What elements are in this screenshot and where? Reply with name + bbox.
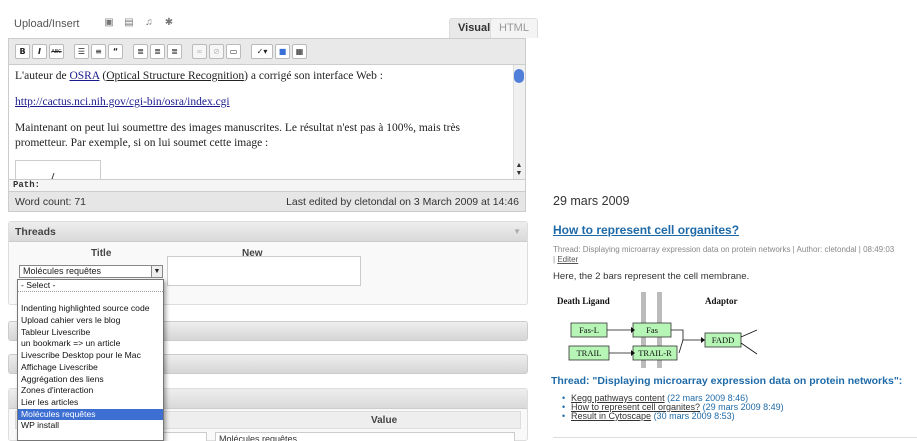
molecule-image[interactable] — [15, 160, 101, 179]
fullscreen-icon[interactable]: ■ — [275, 44, 290, 59]
dropdown-option[interactable]: Livescribe Desktop pour le Mac — [18, 350, 163, 362]
dropdown-option[interactable]: un bookmark => un article — [18, 338, 163, 350]
align-left-icon[interactable]: ≣ — [133, 44, 148, 59]
svg-text:TRAIL-R: TRAIL-R — [638, 348, 672, 358]
dropdown-option[interactable] — [18, 292, 163, 304]
threads-heading: Threads — [15, 226, 56, 238]
last-edited: Last edited by cletondal on 3 March 2009… — [286, 196, 519, 208]
pathway-figure: Death Ligand Adaptor Fas-L Fas FADD TRAI… — [553, 290, 759, 368]
formatting-toolbar: B I ABC ☰ ≡ “ ≣ ≣ ≣ ∞ ⊘ ▭ ✓▾ ■ ▦ — [8, 38, 526, 64]
molecule-sketch — [51, 172, 55, 179]
image-icon[interactable]: ▣ — [103, 17, 115, 28]
collapse-toggle-icon[interactable]: ▼ — [513, 227, 521, 236]
scrollbar-thumb[interactable] — [514, 69, 524, 83]
dropdown-option[interactable]: Indenting highlighted source code — [18, 303, 163, 315]
italic-button[interactable]: I — [32, 44, 47, 59]
edit-link[interactable]: Editer — [557, 255, 578, 264]
osra-link[interactable]: OSRA — [69, 70, 99, 82]
svg-text:TRAIL: TRAIL — [576, 348, 601, 358]
media-buttons: ▣ ▤ ♫ ✱ — [103, 17, 175, 28]
chevron-down-icon[interactable]: ▼ — [151, 266, 162, 277]
paragraph-handwritten: Maintenant on peut lui soumettre des ima… — [15, 122, 461, 149]
video-icon[interactable]: ▤ — [123, 17, 135, 28]
tab-html[interactable]: HTML — [490, 18, 538, 38]
word-count: Word count: 71 — [15, 196, 87, 208]
dropdown-option[interactable]: Molécules requêtes — [18, 408, 163, 421]
dropdown-option[interactable]: Zones d'interaction — [18, 385, 163, 397]
status-bar: Word count: 71 Last edited by cletondal … — [8, 192, 526, 212]
title-column-header: Title — [91, 248, 112, 259]
thread-select-dropdown[interactable]: - Select - Indenting highlighted source c… — [17, 279, 164, 441]
dropdown-option[interactable]: Upload cahier vers le blog — [18, 315, 163, 327]
osra-full-name: Optical Structure Recognition — [106, 70, 245, 82]
audio-icon[interactable]: ♫ — [143, 17, 155, 28]
divider — [553, 437, 917, 438]
dropdown-option[interactable]: Aggrégation des liens — [18, 374, 163, 386]
dropdown-option[interactable]: - Select - — [18, 280, 163, 292]
more-tag-icon[interactable]: ▭ — [226, 44, 241, 59]
scroll-arrows-icon[interactable]: ▲ ▼ — [514, 161, 524, 177]
osra-url-link[interactable]: http://cactus.nci.nih.gov/cgi-bin/osra/i… — [15, 96, 230, 108]
unlink-icon[interactable]: ⊘ — [209, 44, 224, 59]
paragraph-osra: L'auteur de OSRA (Optical Structure Reco… — [15, 70, 383, 82]
threads-box-header[interactable]: Threads ▼ — [9, 222, 527, 242]
dropdown-option[interactable]: Lier les articles — [18, 397, 163, 409]
blog-preview: 29 mars 2009 How to represent cell organ… — [551, 0, 917, 441]
editor-header: Upload/Insert ▣ ▤ ♫ ✱ Visual HTML — [8, 8, 538, 38]
custom-field-value-input[interactable]: Molécules requêtes — [215, 432, 515, 441]
value-column-header: Value — [371, 415, 398, 426]
kitchen-sink-icon[interactable]: ▦ — [292, 44, 307, 59]
new-thread-input[interactable] — [167, 256, 361, 286]
bold-button[interactable]: B — [15, 44, 30, 59]
dropdown-option[interactable]: Tableur Livescribe — [18, 327, 163, 339]
path-bar: Path: — [8, 180, 526, 192]
spellcheck-icon[interactable]: ✓▾ — [251, 44, 273, 59]
dropdown-option[interactable]: Affichage Livescribe — [18, 362, 163, 374]
media-icon[interactable]: ✱ — [163, 17, 175, 28]
editor-content[interactable]: L'auteur de OSRA (Optical Structure Reco… — [8, 64, 526, 180]
svg-text:Fas-L: Fas-L — [579, 325, 599, 335]
align-center-icon[interactable]: ≣ — [150, 44, 165, 59]
thread-select[interactable]: Molécules requêtes ▼ — [19, 265, 163, 278]
blockquote-icon[interactable]: “ — [108, 44, 123, 59]
thread-heading: Thread: "Displaying microarray expressio… — [551, 375, 903, 387]
death-ligand-label: Death Ligand — [557, 296, 610, 306]
post-body: Here, the 2 bars represent the cell memb… — [553, 271, 750, 282]
svg-text:FADD: FADD — [712, 335, 735, 345]
post-date: 29 mars 2009 — [553, 194, 630, 208]
editor-scrollbar[interactable]: ▲ ▼ — [513, 65, 525, 179]
svg-text:Fas: Fas — [646, 325, 658, 335]
bullet-list-icon[interactable]: ☰ — [74, 44, 89, 59]
thread-select-value: Molécules requêtes — [23, 266, 102, 276]
post-meta: Thread: Displaying microarray expression… — [553, 245, 895, 264]
list-item: Result in Cytoscape (30 mars 2009 8:53) — [562, 411, 784, 422]
post-meta-text: Thread: Displaying microarray expression… — [553, 245, 895, 254]
adaptor-label: Adaptor — [705, 296, 738, 306]
upload-insert-label: Upload/Insert — [14, 18, 80, 30]
link-icon[interactable]: ∞ — [192, 44, 207, 59]
strikethrough-button[interactable]: ABC — [49, 44, 64, 59]
thread-post-link[interactable]: Result in Cytoscape — [571, 411, 651, 421]
align-right-icon[interactable]: ≣ — [167, 44, 182, 59]
dropdown-option[interactable]: WP install — [18, 420, 163, 432]
thread-post-list: Kegg pathways content (22 mars 2009 8:46… — [562, 394, 784, 422]
numbered-list-icon[interactable]: ≡ — [91, 44, 106, 59]
post-title-link[interactable]: How to represent cell organites? — [553, 223, 739, 237]
post-editor: Upload/Insert ▣ ▤ ♫ ✱ Visual HTML B I AB… — [8, 8, 538, 212]
